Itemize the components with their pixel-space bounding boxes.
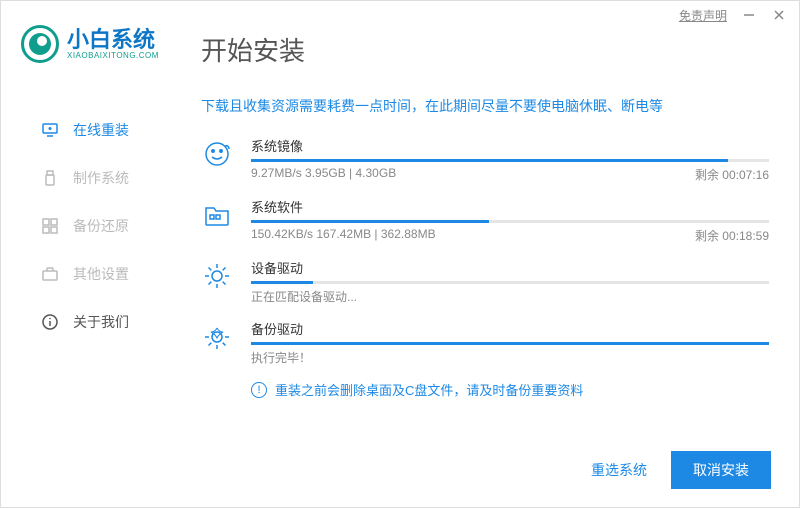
- minimize-icon[interactable]: [741, 7, 757, 23]
- monitor-icon: [41, 121, 59, 139]
- gear-icon: [201, 260, 233, 292]
- face-icon: [201, 138, 233, 170]
- progress-bar: [251, 342, 769, 345]
- app-logo: 小白系统 XIAOBAIXITONG.COM: [21, 25, 159, 63]
- sidebar-item-create-system[interactable]: 制作系统: [31, 154, 171, 202]
- progress-bar: [251, 159, 769, 162]
- task-title: 备份驱动: [251, 319, 769, 338]
- info-icon: [41, 313, 59, 331]
- sidebar-item-backup-restore[interactable]: 备份还原: [31, 202, 171, 250]
- sidebar-item-label: 其他设置: [73, 264, 129, 284]
- task-title: 系统镜像: [251, 136, 769, 155]
- progress-bar: [251, 281, 769, 284]
- close-icon[interactable]: [771, 7, 787, 23]
- folder-icon: [201, 199, 233, 231]
- gear-sparkle-icon: [201, 321, 233, 353]
- logo-icon: [21, 25, 59, 63]
- progress-bar: [251, 220, 769, 223]
- usb-icon: [41, 169, 59, 187]
- logo-text-en: XIAOBAIXITONG.COM: [67, 51, 159, 60]
- warning-row: ! 重装之前会删除桌面及C盘文件，请及时备份重要资料: [251, 380, 769, 399]
- page-title: 开始安装: [201, 31, 305, 68]
- cancel-install-button[interactable]: 取消安装: [671, 451, 771, 489]
- task-stats: 9.27MB/s 3.95GB | 4.30GB: [251, 166, 396, 183]
- task-status: 执行完毕！: [251, 349, 769, 366]
- warning-icon: !: [251, 382, 267, 398]
- task-title: 系统软件: [251, 197, 769, 216]
- task-row-device-driver: 设备驱动 正在匹配设备驱动...: [201, 258, 769, 305]
- sidebar-item-label: 关于我们: [73, 312, 129, 332]
- task-row-backup-driver: 备份驱动 执行完毕！: [201, 319, 769, 366]
- main-tip: 下载且收集资源需要耗费一点时间，在此期间尽量不要使电脑休眠、断电等: [201, 96, 769, 116]
- sidebar-item-label: 制作系统: [73, 168, 129, 188]
- task-row-system-image: 系统镜像 9.27MB/s 3.95GB | 4.30GB 剩余 00:07:1…: [201, 136, 769, 183]
- task-row-system-software: 系统软件 150.42KB/s 167.42MB | 362.88MB 剩余 0…: [201, 197, 769, 244]
- sidebar-item-about[interactable]: 关于我们: [31, 298, 171, 346]
- logo-text-cn: 小白系统: [67, 29, 159, 51]
- disclaimer-link[interactable]: 免责声明: [679, 7, 727, 24]
- warning-text: 重装之前会删除桌面及C盘文件，请及时备份重要资料: [275, 380, 583, 399]
- task-remain: 剩余 00:07:16: [695, 166, 769, 183]
- grid-icon: [41, 217, 59, 235]
- sidebar-item-other-settings[interactable]: 其他设置: [31, 250, 171, 298]
- task-remain: 剩余 00:18:59: [695, 227, 769, 244]
- toolbox-icon: [41, 265, 59, 283]
- task-stats: 150.42KB/s 167.42MB | 362.88MB: [251, 227, 436, 244]
- task-title: 设备驱动: [251, 258, 769, 277]
- reselect-system-button[interactable]: 重选系统: [587, 452, 651, 488]
- sidebar-item-label: 备份还原: [73, 216, 129, 236]
- sidebar-item-label: 在线重装: [73, 120, 129, 140]
- sidebar: 在线重装 制作系统 备份还原 其他设置 关于我们: [31, 106, 171, 346]
- task-status: 正在匹配设备驱动...: [251, 288, 769, 305]
- sidebar-item-online-reinstall[interactable]: 在线重装: [31, 106, 171, 154]
